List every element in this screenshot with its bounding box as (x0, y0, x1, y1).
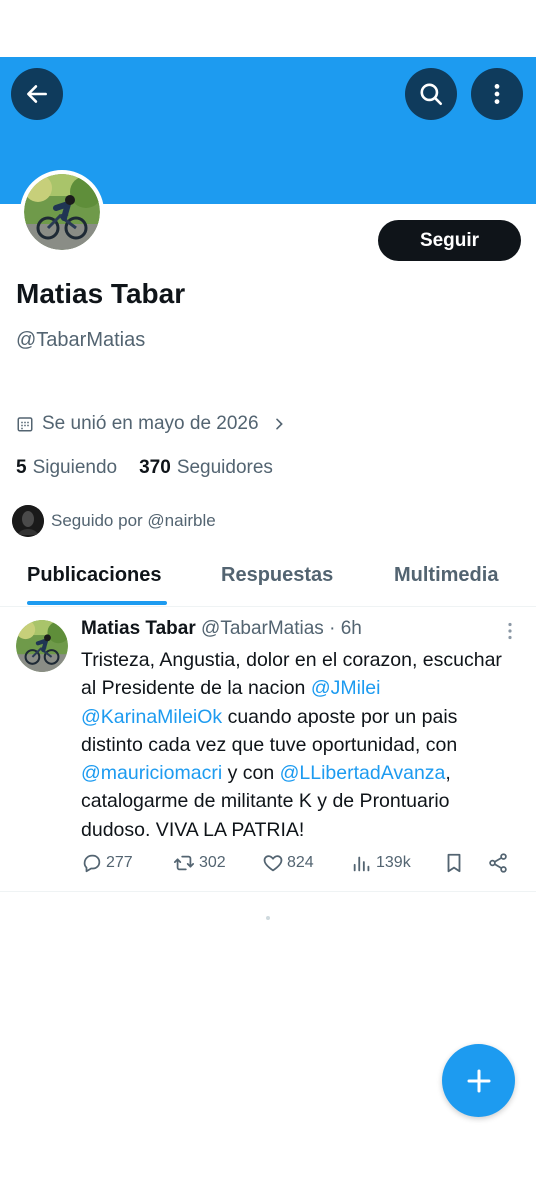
tweet-author-name[interactable]: Matias Tabar (81, 618, 196, 639)
follow-stats: 5 Siguiendo 370 Seguidores (16, 457, 273, 479)
tab-publicaciones[interactable]: Publicaciones (27, 564, 162, 587)
followers-label: Seguidores (176, 457, 273, 478)
tweet-text-part: Tristeza, Angustia, dolor en el corazon,… (81, 649, 502, 700)
mention-link[interactable]: @mauriciomacri (81, 762, 222, 784)
views-chart-icon (353, 856, 370, 872)
tweet-text: Tristeza, Angustia, dolor en el corazon,… (81, 646, 521, 844)
like-button[interactable]: 824 (262, 852, 314, 874)
profile-handle: @TabarMatias (16, 329, 146, 351)
more-vertical-icon (508, 622, 512, 640)
search-icon (420, 83, 443, 106)
more-options-button[interactable] (471, 68, 523, 120)
tweet[interactable]: Matias Tabar @TabarMatias · 6h Tristeza,… (0, 608, 536, 892)
chevron-right-icon (271, 416, 287, 432)
more-vertical-icon (494, 84, 500, 104)
reply-icon (83, 854, 101, 873)
tweet-text-part: y con (222, 762, 280, 785)
tweet-meta: @TabarMatias · 6h (201, 618, 362, 639)
search-button[interactable] (405, 68, 457, 120)
reply-button[interactable]: 277 (81, 852, 133, 874)
bookmark-icon (447, 853, 461, 873)
share-button[interactable] (487, 852, 512, 874)
reply-count: 277 (106, 854, 133, 871)
following-count: 5 (16, 457, 27, 478)
mention-link[interactable]: @KarinaMileiOk (81, 706, 222, 728)
heart-icon (263, 855, 283, 872)
active-tab-indicator (27, 601, 167, 605)
profile-avatar[interactable] (20, 170, 104, 254)
loading-indicator (266, 916, 270, 920)
compose-button[interactable] (442, 1044, 515, 1117)
share-icon (489, 853, 507, 873)
like-count: 824 (287, 854, 314, 871)
tab-multimedia[interactable]: Multimedia (394, 564, 498, 587)
plus-icon (467, 1069, 490, 1092)
tweet-more-button[interactable] (500, 621, 520, 641)
back-button[interactable] (11, 68, 63, 120)
profile-display-name: Matias Tabar (16, 278, 186, 309)
followers-count: 370 (139, 457, 171, 478)
joined-date[interactable]: Se unió en mayo de 2026 (16, 413, 287, 435)
views-button[interactable]: 139k (351, 852, 411, 874)
follower-avatar (12, 505, 44, 537)
followed-by[interactable]: Seguido por @nairble (12, 505, 216, 537)
followed-by-text: Seguido por @nairble (51, 511, 216, 530)
calendar-icon (16, 415, 34, 433)
tab-respuestas[interactable]: Respuestas (221, 564, 333, 587)
mention-link[interactable]: @LLibertadAvanza (280, 762, 446, 784)
following-link[interactable]: 5 Siguiendo (16, 457, 117, 479)
profile-tabs: Publicaciones Respuestas Multimedia (0, 552, 536, 607)
arrow-left-icon (27, 85, 47, 103)
views-count: 139k (376, 854, 411, 871)
tweet-author-avatar[interactable] (16, 620, 68, 672)
tweet-header: Matias Tabar @TabarMatias · 6h (81, 618, 362, 640)
followers-link[interactable]: 370 Seguidores (139, 457, 273, 479)
bookmark-button[interactable] (443, 852, 468, 874)
joined-date-text: Se unió en mayo de 2026 (42, 413, 259, 434)
retweet-icon (173, 855, 195, 871)
mention-link[interactable]: @JMilei (311, 677, 381, 699)
avatar-photo-cyclist (24, 174, 100, 250)
tweet-actions: 277 302 824 139k (81, 852, 521, 878)
follow-button[interactable]: Seguir (378, 220, 521, 261)
retweet-count: 302 (199, 854, 226, 871)
following-label: Siguiendo (32, 457, 118, 478)
retweet-button[interactable]: 302 (172, 852, 226, 874)
